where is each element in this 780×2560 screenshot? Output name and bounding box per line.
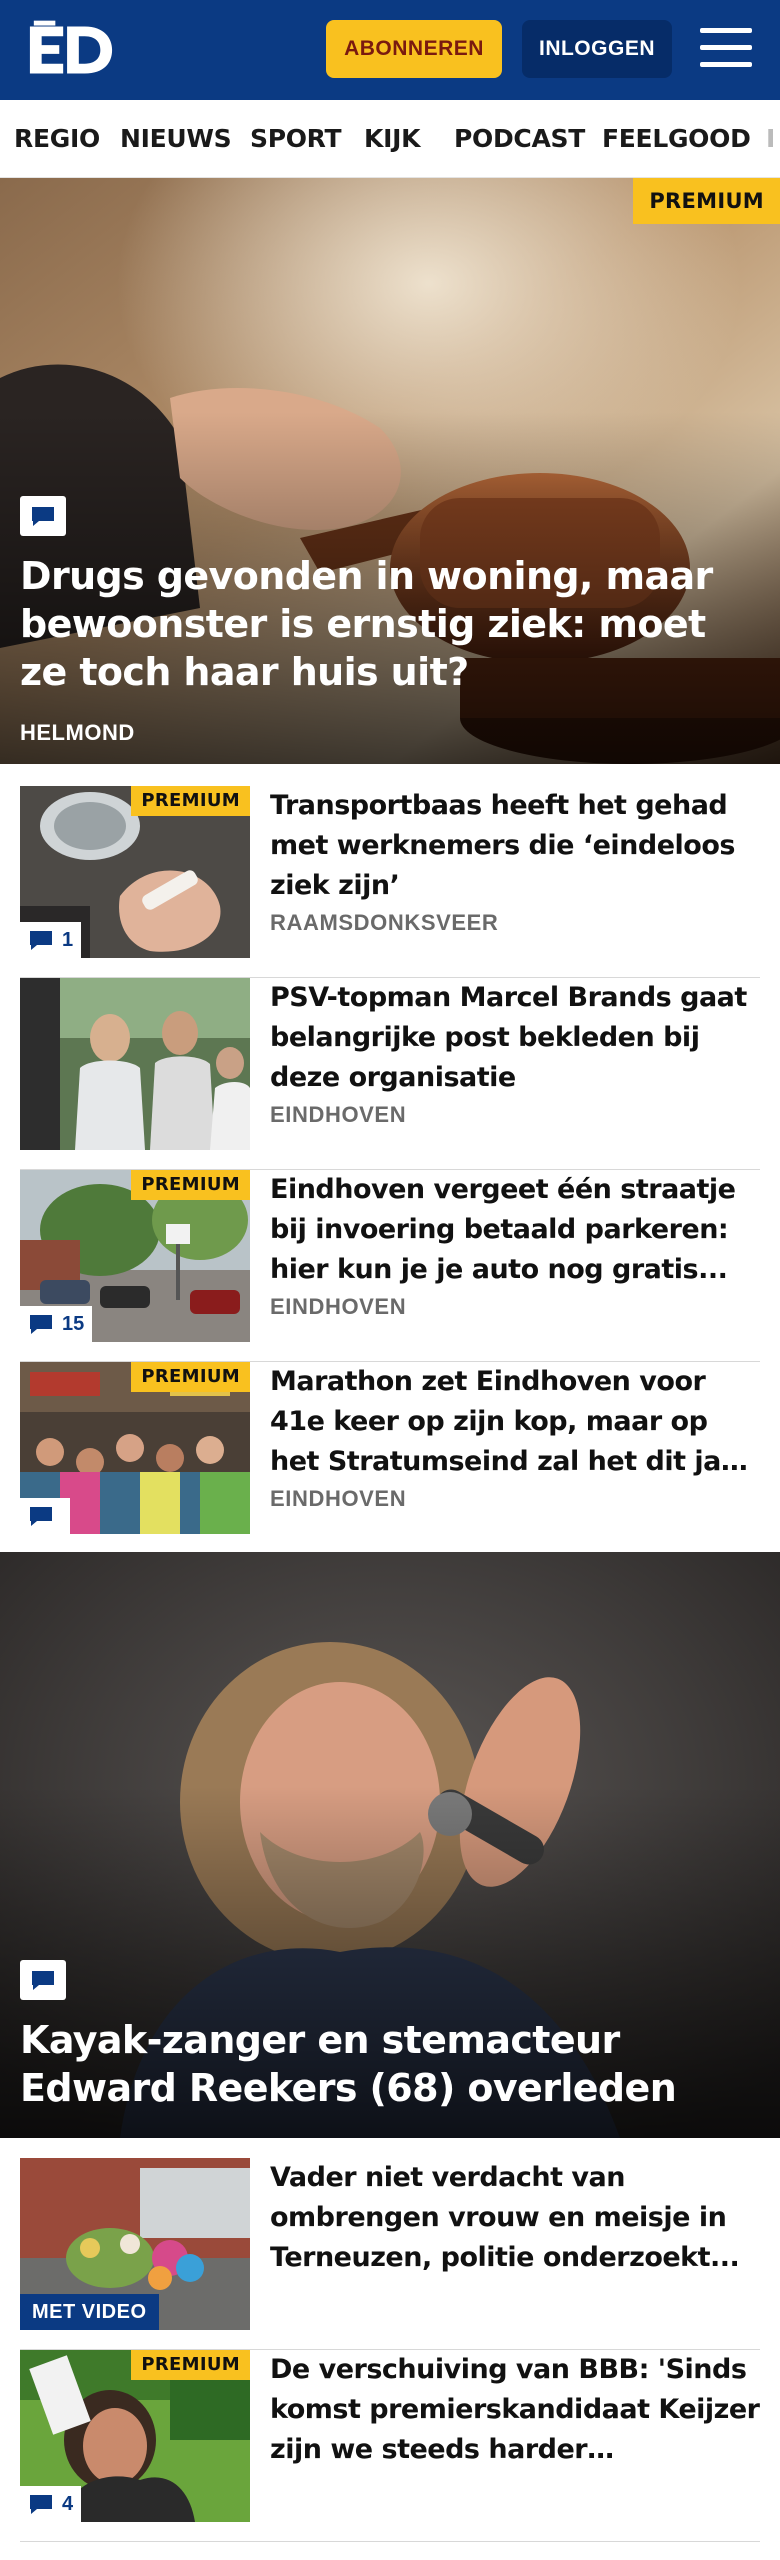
article-title[interactable]: Transportbaas heeft het gehad met werkne… <box>270 786 760 906</box>
premium-badge: PREMIUM <box>131 1362 250 1392</box>
section-nav: REGIO NIEUWS SPORT KIJK PODCAST FEELGOOD… <box>0 100 780 178</box>
comment-icon <box>20 496 66 536</box>
premium-badge: PREMIUM <box>131 2350 250 2380</box>
hero-article-2[interactable]: Kayak-zanger en stemacteur Edward Reeker… <box>0 1552 780 2138</box>
list-item[interactable]: PREMIUM 4 De verschuiving van BBB: 'Sind… <box>20 2350 760 2542</box>
list-item[interactable]: MET VIDEO Vader niet verdacht van ombren… <box>20 2158 760 2350</box>
article-thumbnail: PREMIUM 15 <box>20 1170 250 1342</box>
comment-count: 1 <box>20 922 82 958</box>
hamburger-menu-icon[interactable] <box>700 26 752 70</box>
nav-item-regio[interactable]: REGIO <box>14 122 100 156</box>
hero-region-label: HELMOND <box>20 720 135 745</box>
video-badge: MET VIDEO <box>20 2294 159 2330</box>
ed-logo[interactable]: ED <box>26 20 116 80</box>
comment-icon <box>20 1960 66 2000</box>
article-title[interactable]: De verschuiving van BBB: 'Sinds komst pr… <box>270 2350 760 2470</box>
article-thumbnail <box>20 978 250 1150</box>
article-thumbnail: PREMIUM <box>20 1362 250 1534</box>
comment-icon <box>30 1315 52 1334</box>
nav-item-podcast[interactable]: PODCAST <box>454 122 585 156</box>
hamburger-line <box>700 28 752 33</box>
article-title[interactable]: PSV-topman Marcel Brands gaat belangrijk… <box>270 978 760 1098</box>
article-region: EINDHOVEN <box>270 1102 407 1127</box>
premium-badge: PREMIUM <box>131 786 250 816</box>
comment-icon <box>30 931 52 950</box>
article-thumbnail: PREMIUM 4 <box>20 2350 250 2522</box>
list-item[interactable]: PREMIUM Marathon zet Eindhoven voor 41e … <box>20 1362 760 1554</box>
comment-count <box>20 1498 70 1534</box>
nav-item-feelgood[interactable]: FEELGOOD <box>602 122 751 156</box>
article-title[interactable]: Vader niet verdacht van ombrengen vrouw … <box>270 2158 760 2278</box>
premium-badge: PREMIUM <box>131 1170 250 1200</box>
comment-count-value: 1 <box>62 928 74 951</box>
list-item[interactable]: PREMIUM 15 Eindhoven vergeet één straatj… <box>20 1170 760 1362</box>
list-item[interactable]: PSV-topman Marcel Brands gaat belangrijk… <box>20 978 760 1170</box>
list-item[interactable]: PREMIUM 1 Transportbaas heeft het gehad … <box>20 786 760 978</box>
comment-count: 15 <box>20 1306 93 1342</box>
nav-item-nieuws[interactable]: NIEUWS <box>120 122 232 156</box>
article-thumbnail: PREMIUM 1 <box>20 786 250 958</box>
nav-item-sport[interactable]: SPORT <box>250 122 342 156</box>
hero-article-1[interactable]: PREMIUM Drugs gevonden in woning, maar b… <box>0 178 780 764</box>
comment-count-value: 15 <box>62 1312 85 1335</box>
comment-icon <box>30 1507 52 1526</box>
premium-badge: PREMIUM <box>633 178 780 224</box>
top-header: ED ABONNEREN INLOGGEN <box>0 0 780 100</box>
hero-title[interactable]: Kayak-zanger en stemacteur Edward Reeker… <box>20 2016 756 2112</box>
article-title[interactable]: Marathon zet Eindhoven voor 41e keer op … <box>270 1362 760 1482</box>
hero-title[interactable]: Drugs gevonden in woning, maar bewoonste… <box>20 552 756 696</box>
subscribe-button[interactable]: ABONNEREN <box>326 20 502 78</box>
login-button[interactable]: INLOGGEN <box>522 20 672 78</box>
hamburger-line <box>700 62 752 67</box>
comment-icon <box>30 2495 52 2514</box>
comment-count: 4 <box>20 2486 82 2522</box>
nav-item-kijk[interactable]: KIJK <box>364 122 420 156</box>
ed-logo-mark <box>29 20 113 74</box>
comment-count-value: 4 <box>62 2492 74 2515</box>
article-region: RAAMSDONKSVEER <box>270 910 499 935</box>
hamburger-line <box>700 45 752 50</box>
article-region: EINDHOVEN <box>270 1486 407 1511</box>
nav-item-more[interactable]: I <box>766 122 775 156</box>
article-title[interactable]: Eindhoven vergeet één straatje bij invoe… <box>270 1170 760 1290</box>
article-thumbnail: MET VIDEO <box>20 2158 250 2330</box>
article-region: EINDHOVEN <box>270 1294 407 1319</box>
